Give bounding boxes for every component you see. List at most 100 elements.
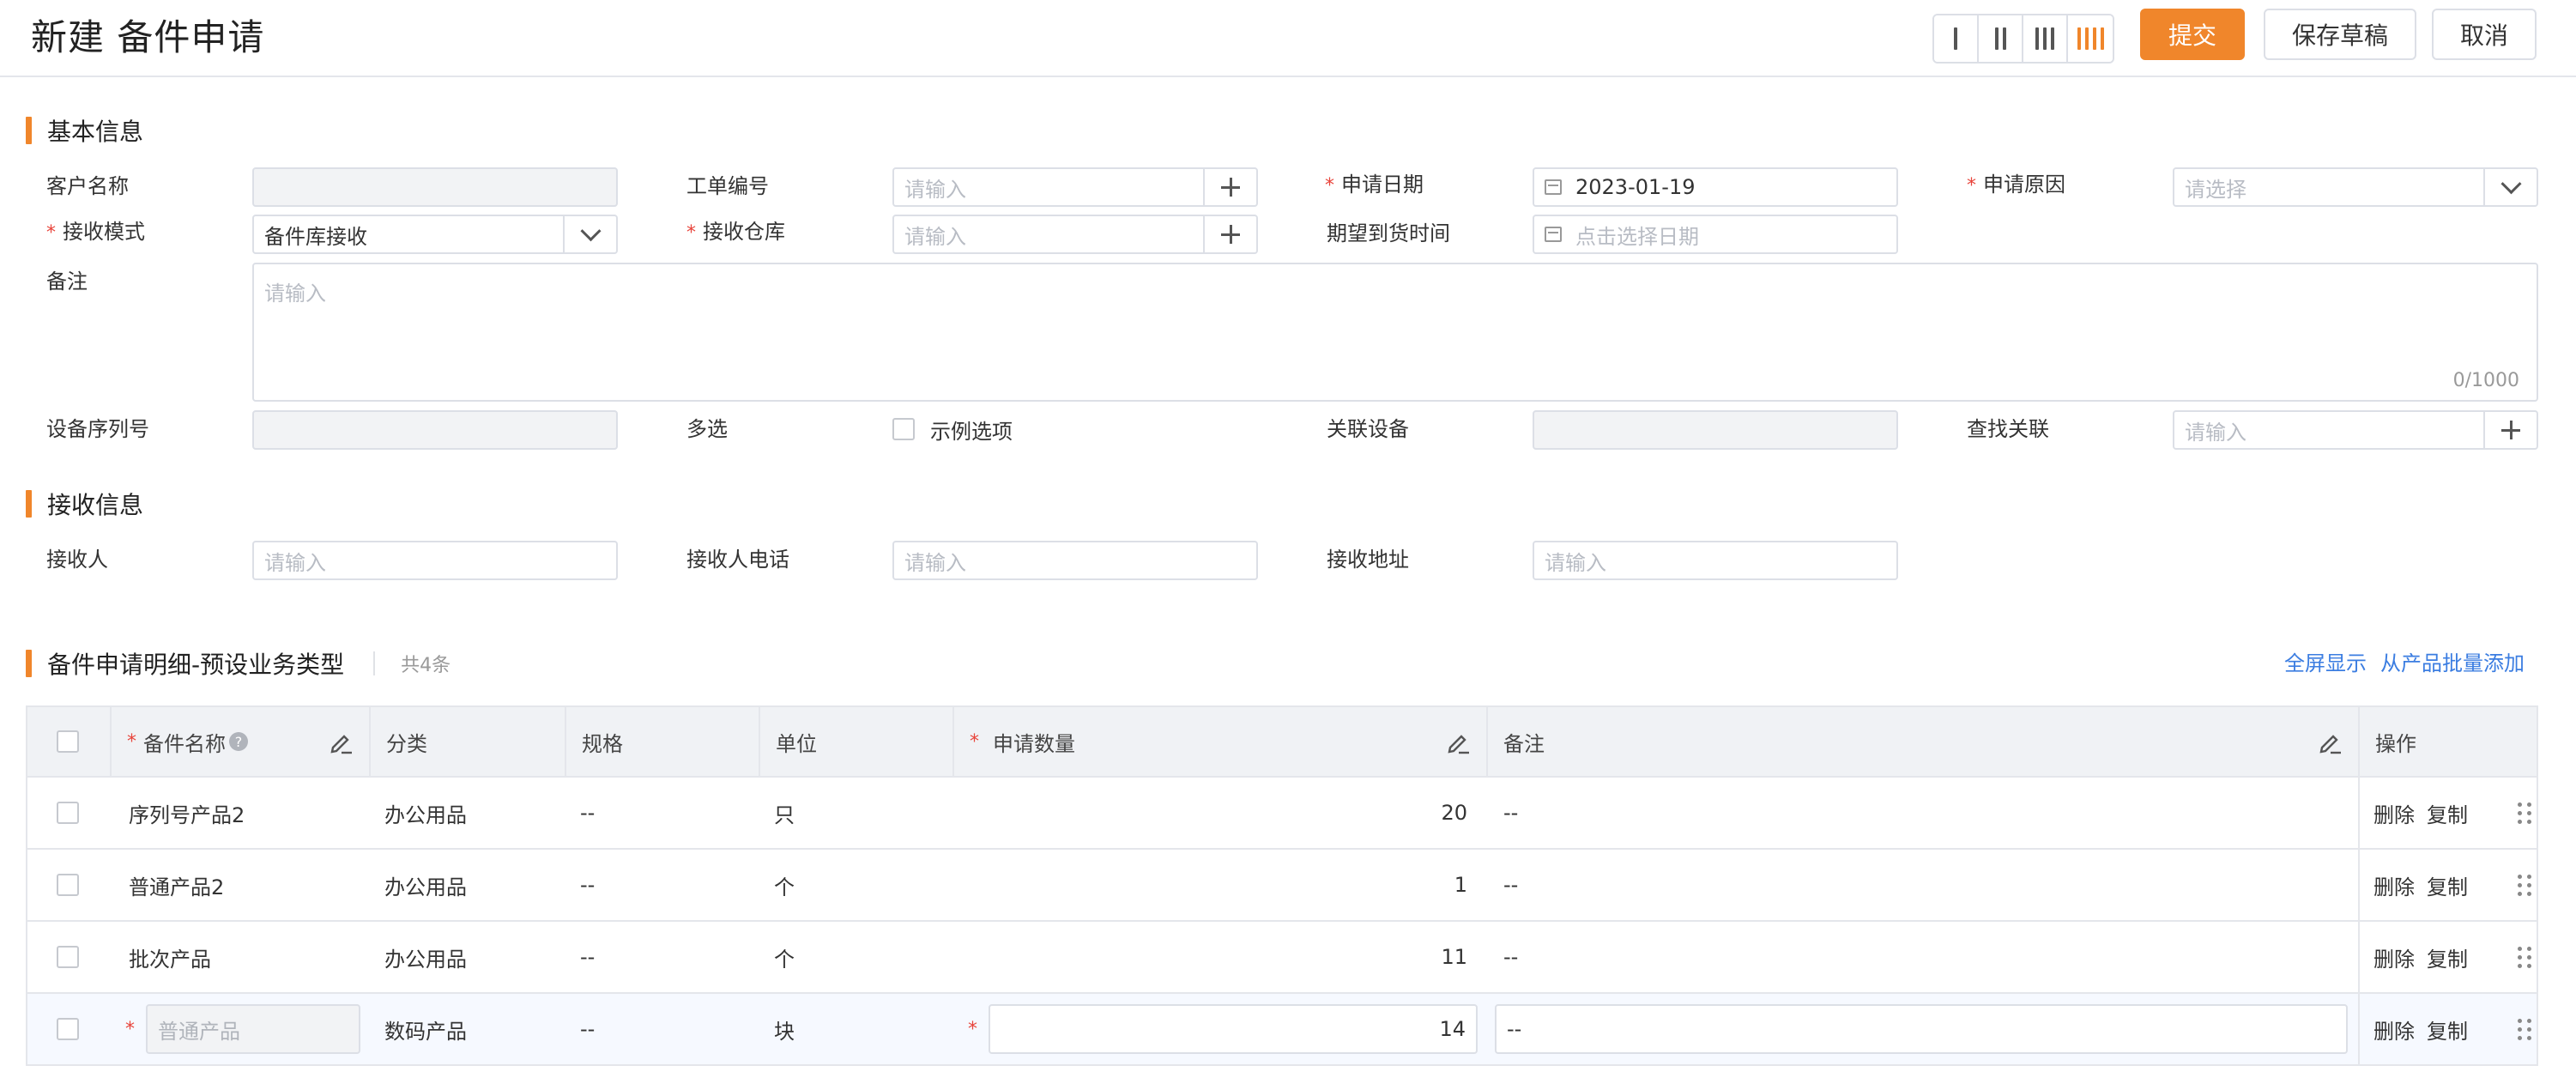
required-mark: * (686, 222, 696, 244)
column-header-remark: 备注 (1486, 707, 2358, 776)
help-icon[interactable]: ? (229, 732, 248, 751)
receiver-address-input[interactable]: 请输入 (1533, 541, 1898, 580)
layout-2-column-button[interactable] (1979, 15, 2023, 62)
related-device-field (1533, 410, 1898, 450)
find-related-add-button[interactable] (2483, 412, 2537, 448)
copy-link[interactable]: 复制 (2427, 994, 2468, 1064)
cell-spec: -- (580, 945, 596, 969)
required-mark: * (1325, 175, 1334, 197)
cancel-button[interactable]: 取消 (2432, 9, 2537, 60)
column-header-spec: 规格 (565, 707, 759, 776)
cell-name-input[interactable]: 普通产品 (146, 1004, 360, 1054)
device-serial-label: 设备序列号 (46, 417, 149, 441)
delete-link[interactable]: 删除 (2373, 922, 2415, 992)
drag-handle[interactable] (2518, 778, 2531, 848)
page-title: 新建 备件申请 (31, 16, 265, 58)
cell-remark-input[interactable]: -- (1495, 1004, 2348, 1054)
calendar-icon (1545, 227, 1562, 242)
required-mark-cell: * (968, 994, 984, 1064)
cell-spec: -- (580, 801, 596, 825)
section-title-text: 备件申请明细-预设业务类型 (47, 651, 345, 679)
divider (373, 651, 376, 675)
three-bars-icon (2035, 27, 2054, 50)
layout-3-column-button[interactable] (2023, 15, 2068, 62)
layout-4-column-button[interactable] (2068, 15, 2113, 62)
apply-reason-select[interactable]: 请选择 (2173, 167, 2538, 207)
table-row: 普通产品2 办公用品 -- 个 1 -- 删除 复制 (27, 848, 2537, 920)
row-select-cell (57, 778, 79, 848)
delete-link[interactable]: 删除 (2373, 994, 2415, 1064)
plus-icon (1221, 225, 1240, 244)
required-mark-cell: * (125, 994, 142, 1064)
expected-time-picker[interactable]: 点击选择日期 (1533, 215, 1898, 254)
copy-link[interactable]: 复制 (2427, 922, 2468, 992)
receive-warehouse-add-button[interactable] (1203, 216, 1256, 252)
layout-1-column-button[interactable] (1934, 15, 1979, 62)
receive-mode-select[interactable]: 备件库接收 (252, 215, 618, 254)
one-bar-icon (1954, 27, 1957, 50)
option-checkbox[interactable] (892, 418, 915, 440)
section-title-receive: 接收信息 (26, 489, 143, 519)
apply-reason-label: * 申请原因 (1967, 166, 2065, 203)
drag-grip-icon (2518, 946, 2531, 968)
select-all-checkbox[interactable] (57, 730, 79, 753)
table-row: 批次产品 办公用品 -- 个 11 -- 删除 复制 (27, 920, 2537, 992)
receiver-phone-input[interactable]: 请输入 (892, 541, 1258, 580)
plus-icon (2501, 421, 2520, 439)
find-related-input[interactable]: 请输入 (2173, 410, 2538, 450)
find-related-placeholder: 请输入 (2185, 420, 2246, 445)
row-select-cell (57, 922, 79, 992)
batch-edit-icon[interactable] (328, 729, 354, 754)
column-header-name-text: 备件名称 (143, 731, 226, 756)
copy-link[interactable]: 复制 (2427, 850, 2468, 920)
receive-mode-dropdown-toggle[interactable] (563, 216, 616, 252)
save-draft-button[interactable]: 保存草稿 (2264, 9, 2416, 60)
row-select-cell (57, 994, 79, 1064)
cell-quantity-input[interactable]: 14 (989, 1004, 1478, 1054)
column-divider (2358, 922, 2360, 992)
receive-warehouse-label-text: 接收仓库 (703, 220, 785, 244)
customer-name-field (252, 167, 618, 207)
cell-remark: -- (1503, 801, 1519, 825)
drag-handle[interactable] (2518, 994, 2531, 1064)
row-checkbox[interactable] (57, 802, 79, 824)
table-header: * 备件名称 ? 分类 规格 单位 * 申请数量 备注 操作 (27, 707, 2537, 776)
submit-button[interactable]: 提交 (2140, 9, 2245, 60)
drag-handle[interactable] (2518, 922, 2531, 992)
cell-name: 序列号产品2 (129, 802, 245, 827)
delete-link[interactable]: 删除 (2373, 778, 2415, 848)
work-order-input[interactable]: 请输入 (892, 167, 1258, 207)
section-title-text: 基本信息 (47, 118, 144, 146)
required-mark: * (127, 730, 136, 753)
column-layout-switcher (1932, 14, 2114, 64)
copy-link[interactable]: 复制 (2427, 778, 2468, 848)
remark-char-counter: 0/1000 (2452, 370, 2519, 391)
receiver-phone-placeholder: 请输入 (904, 550, 966, 575)
receive-warehouse-input[interactable]: 请输入 (892, 215, 1258, 254)
batch-edit-icon[interactable] (1445, 729, 1471, 754)
batch-add-from-product-link[interactable]: 从产品批量添加 (2380, 649, 2525, 678)
apply-date-picker[interactable]: 2023-01-19 (1533, 167, 1898, 207)
row-checkbox[interactable] (57, 1018, 79, 1040)
delete-link[interactable]: 删除 (2373, 850, 2415, 920)
section-title-basic: 基本信息 (26, 116, 144, 146)
column-divider (2358, 850, 2360, 920)
drag-grip-icon (2518, 1018, 2531, 1040)
expected-time-label: 期望到货时间 (1327, 221, 1450, 245)
row-checkbox[interactable] (57, 874, 79, 896)
work-order-label: 工单编号 (686, 174, 769, 198)
apply-date-label-text: 申请日期 (1341, 173, 1424, 197)
remark-textarea[interactable]: 请输入 0/1000 (252, 263, 2538, 402)
drag-handle[interactable] (2518, 850, 2531, 920)
multi-select-option[interactable]: 示例选项 (892, 410, 1013, 448)
column-header-quantity-text: 申请数量 (993, 731, 1075, 756)
work-order-add-button[interactable] (1203, 169, 1256, 205)
row-select-cell (57, 850, 79, 920)
apply-reason-dropdown-toggle[interactable] (2483, 169, 2537, 205)
row-checkbox[interactable] (57, 946, 79, 968)
cell-category: 办公用品 (384, 875, 467, 899)
receive-warehouse-label: * 接收仓库 (686, 213, 785, 251)
fullscreen-link[interactable]: 全屏显示 (2284, 649, 2367, 678)
receiver-input[interactable]: 请输入 (252, 541, 618, 580)
batch-edit-icon[interactable] (2317, 729, 2343, 754)
